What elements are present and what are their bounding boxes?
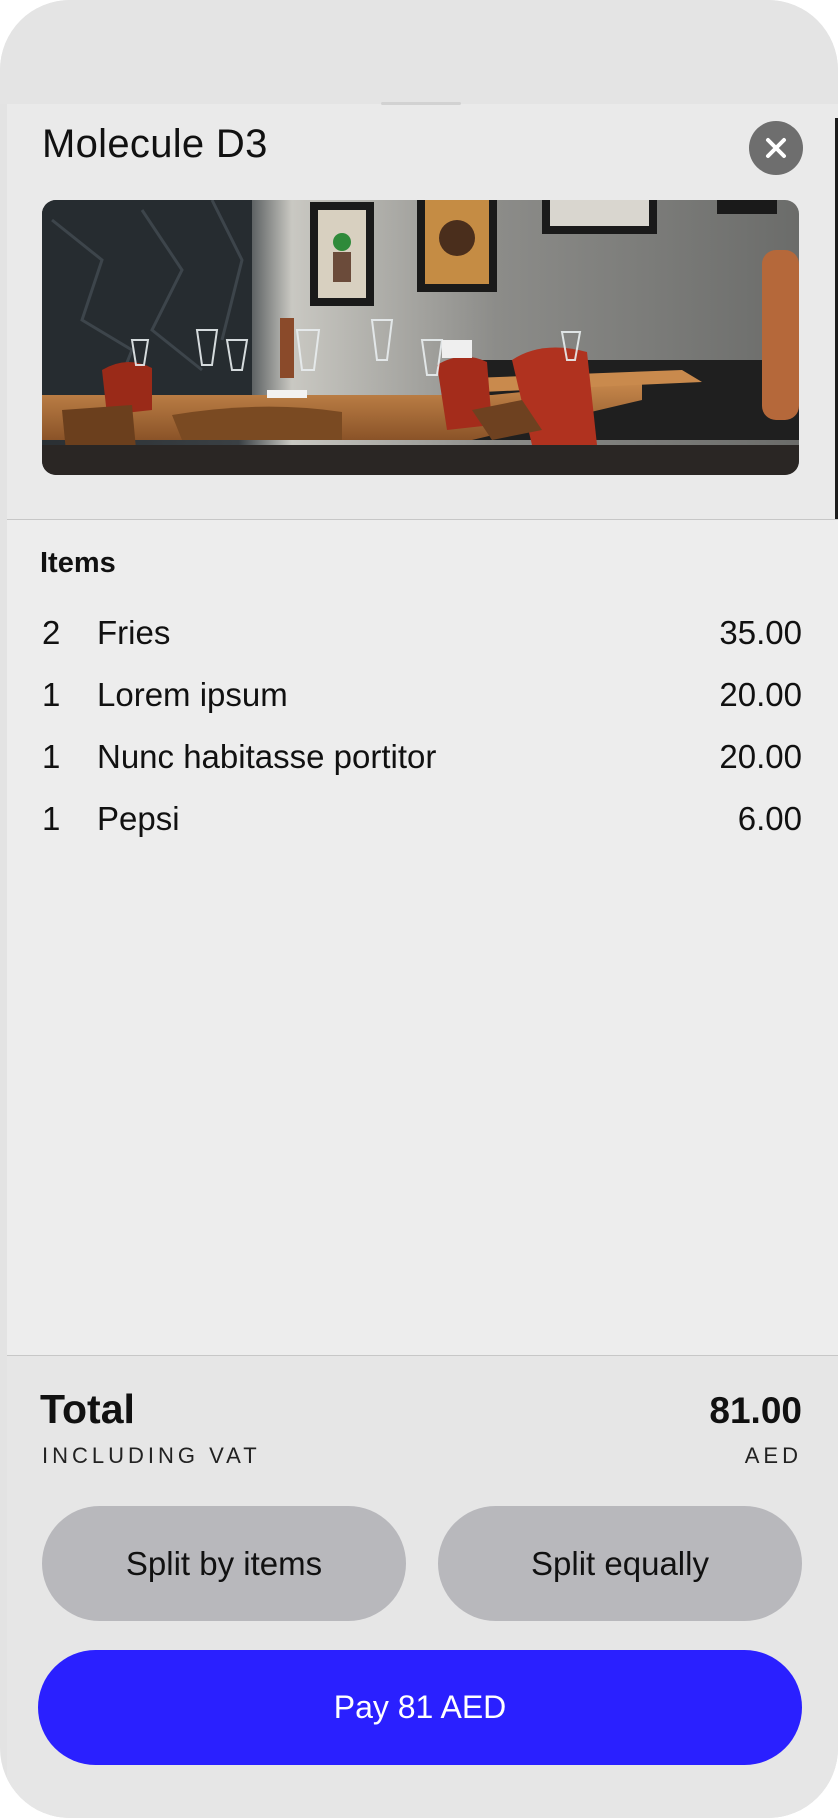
item-quantity: 1	[42, 676, 61, 713]
item-name: Lorem ipsum	[97, 676, 288, 713]
total-amount: 81.00	[709, 1390, 802, 1431]
restaurant-name: Molecule D3	[42, 122, 268, 166]
items-heading: Items	[40, 547, 116, 579]
item-name: Pepsi	[97, 800, 180, 837]
item-price: 20.00	[719, 676, 802, 713]
phone-screen: Molecule D3 Items 2 Fries 35.00 1 Lorem …	[0, 0, 838, 1818]
close-button[interactable]	[749, 121, 803, 175]
list-item: 1 Nunc habitasse portitor 20.00	[42, 738, 802, 778]
item-quantity: 1	[42, 800, 61, 837]
background-top	[0, 0, 838, 104]
item-name: Fries	[97, 614, 171, 651]
list-item: 1 Lorem ipsum 20.00	[42, 676, 802, 716]
vat-note: INCLUDING VAT	[42, 1443, 261, 1468]
restaurant-photo	[42, 200, 799, 475]
list-item: 1 Pepsi 6.00	[42, 800, 802, 840]
item-quantity: 2	[42, 614, 61, 651]
split-equally-button[interactable]: Split equally	[438, 1506, 802, 1621]
item-name: Nunc habitasse portitor	[97, 738, 437, 775]
total-label: Total	[40, 1386, 135, 1432]
item-price: 35.00	[719, 614, 802, 651]
item-price: 6.00	[737, 800, 802, 837]
pay-button[interactable]: Pay 81 AED	[38, 1650, 802, 1765]
total-currency: AED	[744, 1443, 802, 1468]
item-quantity: 1	[42, 738, 61, 775]
close-icon	[766, 138, 786, 158]
split-by-items-button[interactable]: Split by items	[42, 1506, 406, 1621]
sheet-drag-handle[interactable]	[381, 102, 461, 105]
item-price: 20.00	[719, 738, 802, 775]
list-item: 2 Fries 35.00	[42, 614, 802, 654]
